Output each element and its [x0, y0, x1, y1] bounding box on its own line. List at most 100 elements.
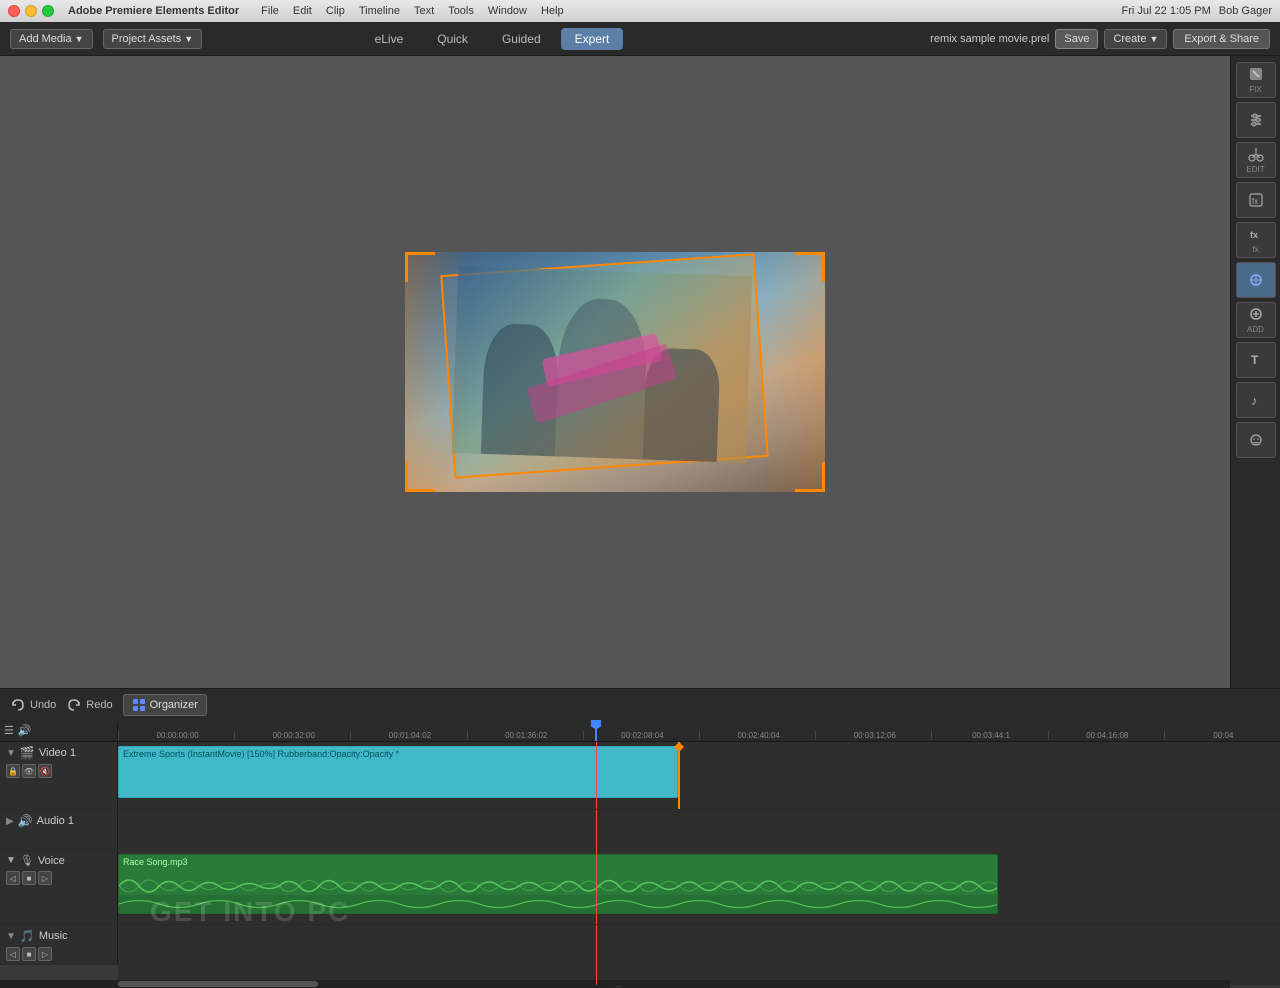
- main-toolbar: Add Media ▼ Project Assets ▼ eLive Quick…: [0, 22, 1280, 56]
- close-button[interactable]: [8, 5, 20, 17]
- svg-text:fx: fx: [1250, 230, 1258, 240]
- voice-lock[interactable]: ◁: [6, 871, 20, 885]
- menu-edit[interactable]: Edit: [293, 5, 312, 17]
- music-btn2[interactable]: ■: [22, 947, 36, 961]
- music-icon: 🎵: [20, 929, 35, 943]
- track-audio-icon[interactable]: 🔊: [18, 724, 32, 737]
- track-voice: ▼ 🎙 Voice ◁ ■ ▷ Race Song.mp3: [0, 850, 1280, 925]
- menu-help[interactable]: Help: [541, 5, 564, 17]
- nav-guided[interactable]: Guided: [488, 28, 555, 50]
- track-voice-content[interactable]: Race Song.mp3: [118, 850, 1280, 924]
- music-btn3[interactable]: ▷: [38, 947, 52, 961]
- menu-bar[interactable]: File Edit Clip Timeline Text Tools Windo…: [261, 5, 563, 17]
- app-name: Adobe Premiere Elements Editor: [68, 5, 239, 17]
- save-button[interactable]: Save: [1055, 29, 1098, 49]
- menu-timeline[interactable]: Timeline: [359, 5, 400, 17]
- nav-expert[interactable]: Expert: [561, 28, 624, 50]
- svg-text:T: T: [1251, 353, 1259, 367]
- track-video1: ▼ 🎬 Video 1 🔒 👁 🔇 Extreme Sports (Instan…: [0, 742, 1280, 810]
- nav-tabs: eLive Quick Guided Expert: [361, 28, 624, 50]
- menu-window[interactable]: Window: [488, 5, 527, 17]
- video1-clip[interactable]: Extreme Sports (InstantMovie) [150%] Rub…: [118, 746, 678, 798]
- voice-solo[interactable]: ▷: [38, 871, 52, 885]
- titlebar-right: Fri Jul 22 1:05 PM Bob Gager: [1122, 5, 1272, 17]
- nav-elive[interactable]: eLive: [361, 28, 418, 50]
- track-video1-label: ▼ 🎬 Video 1 🔒 👁 🔇: [0, 742, 118, 809]
- time-mark-2: 00:01:04:02: [350, 731, 466, 740]
- minimize-button[interactable]: [25, 5, 37, 17]
- menu-tools[interactable]: Tools: [448, 5, 474, 17]
- music-expand[interactable]: ▼: [6, 931, 16, 942]
- preview-area: [0, 56, 1230, 688]
- redo-icon: [66, 697, 82, 713]
- video1-eye[interactable]: 👁: [22, 764, 36, 778]
- time-mark-4: 00:02:08:04: [583, 731, 699, 740]
- scroll-thumb[interactable]: [118, 981, 318, 987]
- organizer-button[interactable]: Organizer: [123, 694, 207, 716]
- timeline-scrollbar[interactable]: ...: [0, 980, 1230, 988]
- voice-expand[interactable]: ▼: [6, 855, 16, 866]
- adjust-button[interactable]: [1236, 102, 1276, 138]
- preview-video: [405, 252, 825, 492]
- timeline-ruler: ☰ 🔊 00:00:00:00 00:00:32:00 00:01:04:02 …: [0, 720, 1280, 742]
- adjust-icon: [1247, 111, 1265, 129]
- video1-mute[interactable]: 🔇: [38, 764, 52, 778]
- video1-expand[interactable]: ▼: [6, 748, 16, 759]
- menu-clip[interactable]: Clip: [326, 5, 345, 17]
- effects-button[interactable]: fx: [1236, 182, 1276, 218]
- export-share-button[interactable]: Export & Share: [1173, 29, 1270, 49]
- create-button[interactable]: Create ▼: [1104, 29, 1167, 49]
- add-button[interactable]: ADD: [1236, 302, 1276, 338]
- undo-icon: [10, 697, 26, 713]
- emoji-button[interactable]: [1236, 422, 1276, 458]
- emoji-icon: [1247, 431, 1265, 449]
- fx-button[interactable]: fx fx: [1236, 222, 1276, 258]
- video1-icon: 🎬: [20, 746, 35, 760]
- voice-clip-label: Race Song.mp3: [119, 855, 997, 869]
- text-icon: T: [1247, 351, 1265, 369]
- music-name: Music: [39, 930, 68, 942]
- track-music-content[interactable]: [118, 925, 1280, 985]
- track-options-icon[interactable]: ☰: [4, 724, 14, 737]
- add-media-button[interactable]: Add Media ▼: [10, 29, 93, 49]
- edit-button[interactable]: EDIT: [1236, 142, 1276, 178]
- audio-button[interactable]: ♪: [1236, 382, 1276, 418]
- track-video1-content[interactable]: Extreme Sports (InstantMovie) [150%] Rub…: [118, 742, 1280, 809]
- voice-icon[interactable]: 🎙: [20, 854, 34, 867]
- window-controls[interactable]: [8, 5, 54, 17]
- time-mark-5: 00:02:40:04: [699, 731, 815, 740]
- filename[interactable]: remix sample movie.prel: [930, 33, 1049, 45]
- scroll-label: ...: [615, 980, 622, 988]
- video1-controls: 🔒 👁 🔇: [6, 764, 111, 778]
- bottom-bar: Undo Redo Organizer: [0, 688, 1280, 720]
- audio1-expand[interactable]: ▶: [6, 816, 14, 827]
- clip-end-marker: [678, 742, 680, 809]
- svg-text:♪: ♪: [1251, 393, 1258, 408]
- organizer-icon: [132, 698, 146, 712]
- waveform-svg-2: [119, 895, 998, 913]
- track-music: ▼ 🎵 Music ◁ ■ ▷: [0, 925, 1280, 965]
- color-button[interactable]: [1236, 262, 1276, 298]
- fx-icon: fx: [1247, 225, 1265, 243]
- fix-icon: [1247, 65, 1265, 83]
- project-assets-arrow: ▼: [184, 34, 193, 44]
- voice-mute[interactable]: ■: [22, 871, 36, 885]
- music-btn1[interactable]: ◁: [6, 947, 20, 961]
- video1-lock[interactable]: 🔒: [6, 764, 20, 778]
- time-mark-0: 00:00:00:00: [118, 731, 234, 740]
- main-area: FIX EDIT fx fx fx ADD T ♪: [0, 56, 1280, 688]
- clock: Fri Jul 22 1:05 PM: [1122, 5, 1211, 17]
- redo-button[interactable]: Redo: [66, 697, 112, 713]
- voice-clip[interactable]: Race Song.mp3: [118, 854, 998, 914]
- project-assets-button[interactable]: Project Assets ▼: [103, 29, 203, 49]
- undo-button[interactable]: Undo: [10, 697, 56, 713]
- fix-button[interactable]: FIX: [1236, 62, 1276, 98]
- text-button[interactable]: T: [1236, 342, 1276, 378]
- nav-quick[interactable]: Quick: [423, 28, 482, 50]
- menu-text[interactable]: Text: [414, 5, 434, 17]
- effects-icon: fx: [1247, 191, 1265, 209]
- add-media-arrow: ▼: [75, 34, 84, 44]
- menu-file[interactable]: File: [261, 5, 279, 17]
- maximize-button[interactable]: [42, 5, 54, 17]
- music-controls: ◁ ■ ▷: [6, 947, 111, 961]
